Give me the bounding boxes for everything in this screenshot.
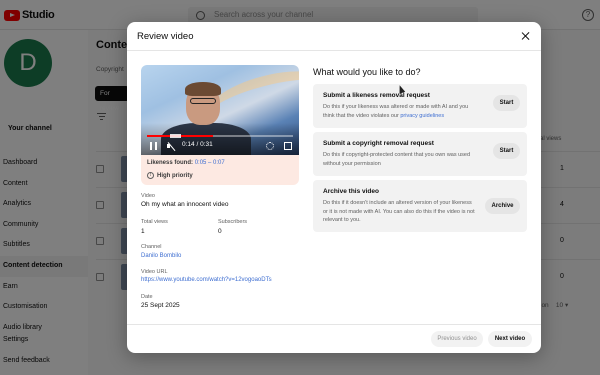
priority-badge: ! High priority xyxy=(147,172,193,179)
priority-label: High priority xyxy=(157,172,193,179)
video-title: Oh my what an innocent video xyxy=(141,201,229,208)
url-label: Video URL xyxy=(141,269,168,275)
progress-bar[interactable] xyxy=(147,134,293,138)
dialog-title: Review video xyxy=(137,31,194,42)
subscribers-value: 0 xyxy=(218,228,222,235)
option-copyright-removal: Submit a copyright removal request Do th… xyxy=(313,132,527,176)
fullscreen-icon[interactable] xyxy=(284,142,292,150)
privacy-guidelines-link[interactable]: privacy guidelines xyxy=(400,113,444,119)
option-description-text: Do this if your likeness was altered or … xyxy=(323,104,469,119)
start-likeness-button[interactable]: Start xyxy=(493,95,520,111)
views-value: 1 xyxy=(141,228,145,235)
video-label: Video xyxy=(141,193,155,199)
info-icon: ! xyxy=(147,172,154,179)
archive-button[interactable]: Archive xyxy=(485,198,520,214)
review-video-dialog: Review video 0:14 / 0:31 Likeness found:… xyxy=(127,22,541,353)
mute-icon[interactable] xyxy=(167,142,176,150)
date-label: Date xyxy=(141,294,153,300)
gear-icon[interactable] xyxy=(266,142,274,150)
player-shade xyxy=(141,123,299,155)
likeness-segment-marker xyxy=(170,134,181,138)
start-copyright-button[interactable]: Start xyxy=(493,143,520,159)
dialog-divider xyxy=(127,50,541,51)
video-url-link[interactable]: https://www.youtube.com/watch?v=12vogoao… xyxy=(141,277,272,283)
next-video-button[interactable]: Next video xyxy=(488,331,532,347)
likeness-label: Likeness found: xyxy=(147,160,194,166)
likeness-found: Likeness found: 0:05 – 0:07 xyxy=(147,160,225,166)
likeness-box: Likeness found: 0:05 – 0:07 ! High priori… xyxy=(141,155,299,185)
video-frame-person-hair xyxy=(185,82,221,96)
option-archive: Archive this video Do this if it doesn't… xyxy=(313,180,527,232)
likeness-range-link[interactable]: 0:05 – 0:07 xyxy=(195,160,225,166)
channel-link[interactable]: Danilo Bombilo xyxy=(141,253,181,259)
option-title: Submit a likeness removal request xyxy=(323,92,430,99)
option-description: Do this if it doesn't include an altered… xyxy=(323,200,475,223)
option-title: Archive this video xyxy=(323,188,379,195)
previous-video-button[interactable]: Previous video xyxy=(431,331,483,347)
option-description: Do this if copyright-protected content t… xyxy=(323,152,471,167)
date-value: 25 Sept 2025 xyxy=(141,302,180,309)
views-label: Total views xyxy=(141,219,168,225)
options-heading: What would you like to do? xyxy=(313,67,421,77)
player-time: 0:14 / 0:31 xyxy=(182,141,213,148)
option-likeness-removal: Submit a likeness removal request Do thi… xyxy=(313,84,527,128)
subscribers-label: Subscribers xyxy=(218,219,248,225)
channel-label: Channel xyxy=(141,244,162,250)
video-player[interactable]: 0:14 / 0:31 xyxy=(141,65,299,155)
pause-icon[interactable] xyxy=(150,142,157,150)
option-title: Submit a copyright removal request xyxy=(323,140,434,147)
option-description: Do this if your likeness was altered or … xyxy=(323,103,477,120)
footer-divider xyxy=(127,324,541,325)
video-frame-person-glasses xyxy=(190,98,216,104)
close-icon[interactable] xyxy=(519,30,531,42)
